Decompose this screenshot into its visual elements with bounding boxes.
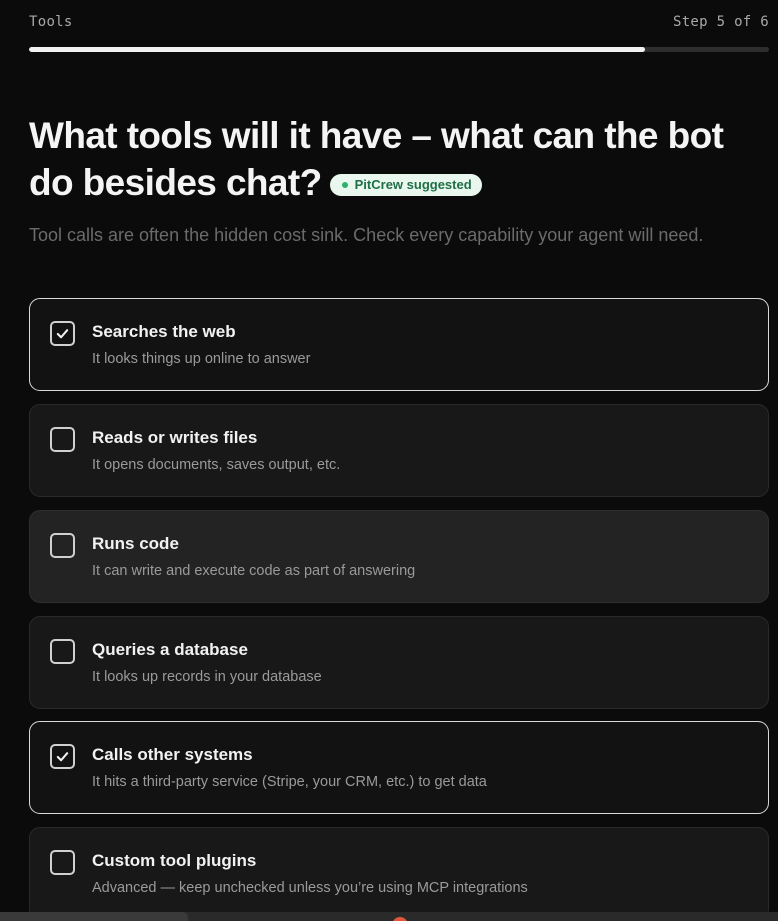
progress-bar [29, 47, 769, 52]
option-description: It looks up records in your database [92, 669, 322, 685]
app-icon[interactable] [392, 917, 408, 921]
step-indicator: Step 5 of 6 [672, 14, 769, 30]
option-searches-web[interactable]: Searches the web It looks things up onli… [29, 298, 769, 391]
option-title: Reads or writes files [92, 428, 258, 447]
option-description: Advanced — keep unchecked unless you’re … [92, 880, 528, 896]
option-title: Calls other systems [92, 745, 253, 764]
option-queries-database[interactable]: Queries a database It looks up records i… [29, 616, 769, 709]
checkbox[interactable] [50, 850, 75, 875]
check-icon [55, 749, 70, 764]
checkbox[interactable] [50, 533, 75, 558]
option-description: It can write and execute code as part of… [92, 563, 416, 579]
taskbar-tab[interactable] [0, 912, 188, 921]
checkbox[interactable] [50, 639, 75, 664]
page-title: What tools will it have – what can the b… [29, 112, 769, 206]
option-title: Searches the web [92, 322, 236, 341]
option-title: Queries a database [92, 640, 248, 659]
progress-fill [29, 47, 646, 52]
option-calls-other-systems[interactable]: Calls other systems It hits a third-part… [29, 721, 769, 814]
option-description: It hits a third-party service (Stripe, y… [92, 774, 487, 790]
checkbox[interactable] [50, 427, 75, 452]
option-reads-writes-files[interactable]: Reads or writes files It opens documents… [29, 404, 769, 497]
suggested-badge: PitCrew suggested [329, 174, 482, 196]
option-description: It opens documents, saves output, etc. [92, 457, 341, 473]
suggested-badge-label: PitCrew suggested [354, 177, 472, 192]
checkbox[interactable] [50, 321, 75, 346]
option-title: Runs code [92, 534, 179, 553]
option-title: Custom tool plugins [92, 851, 257, 870]
section-label: Tools [29, 14, 73, 30]
wizard-header: Tools Step 5 of 6 [29, 14, 769, 34]
page-subtitle: Tool calls are often the hidden cost sin… [29, 225, 704, 245]
option-description: It looks things up online to answer [92, 351, 311, 367]
option-custom-tool-plugins[interactable]: Custom tool plugins Advanced — keep unch… [29, 827, 769, 920]
checkbox[interactable] [50, 744, 75, 769]
taskbar-strip [0, 912, 778, 921]
option-runs-code[interactable]: Runs code It can write and execute code … [29, 510, 769, 603]
check-icon [55, 326, 70, 341]
status-dot-icon [341, 182, 348, 188]
